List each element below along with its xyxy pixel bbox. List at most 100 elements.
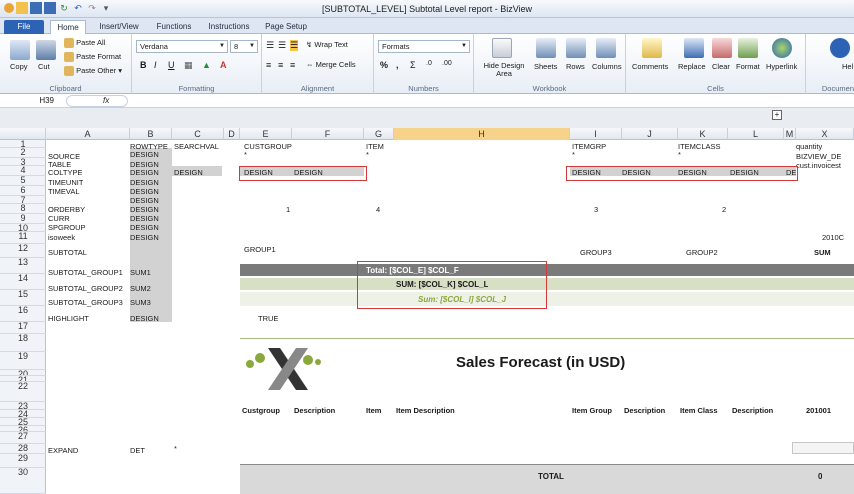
cell-a4[interactable]: COLTYPE: [48, 168, 82, 177]
decrease-decimal-icon[interactable]: .00: [442, 60, 452, 67]
row-header[interactable]: 4: [0, 166, 46, 176]
cell-k8[interactable]: 2: [722, 205, 726, 214]
sum-icon[interactable]: Σ: [410, 60, 416, 70]
expand-cell-box[interactable]: [792, 442, 854, 454]
row-header[interactable]: 13: [0, 258, 46, 274]
row-header[interactable]: 27: [0, 432, 46, 444]
expand-icon[interactable]: +: [772, 110, 782, 120]
fill-color-icon[interactable]: ▲: [202, 60, 211, 70]
column-header[interactable]: F: [292, 128, 364, 140]
cell-b9[interactable]: DESIGN: [130, 214, 159, 223]
column-header-selected[interactable]: H: [394, 128, 570, 140]
cell-b11[interactable]: DESIGN: [130, 233, 159, 242]
font-color-icon[interactable]: A: [220, 60, 227, 70]
cell-x11[interactable]: 2010C: [822, 233, 844, 242]
column-header[interactable]: A: [46, 128, 130, 140]
column-header[interactable]: K: [678, 128, 728, 140]
cell-c4[interactable]: DESIGN: [174, 168, 203, 177]
column-header[interactable]: C: [172, 128, 224, 140]
cell-a11[interactable]: isoweek: [48, 233, 75, 242]
cell-b8[interactable]: DESIGN: [130, 205, 159, 214]
cell-e12[interactable]: GROUP1: [244, 245, 276, 254]
cell-k12[interactable]: GROUP2: [686, 248, 718, 257]
hyperlink-button[interactable]: Hyperlink: [766, 62, 797, 71]
align-middle-icon[interactable]: ☰: [278, 40, 286, 51]
formats-select[interactable]: Formats ▼: [378, 40, 470, 53]
row-header[interactable]: 19: [0, 352, 46, 370]
paste-all-button[interactable]: Paste All: [64, 38, 105, 49]
cell-x3[interactable]: cust.invoicest: [796, 161, 854, 170]
cell-a10[interactable]: SPGROUP: [48, 223, 86, 232]
cell-e16[interactable]: TRUE: [258, 314, 278, 323]
cell-b10[interactable]: DESIGN: [130, 223, 159, 232]
cell-i8[interactable]: 3: [594, 205, 598, 214]
row-header[interactable]: 2: [0, 148, 46, 158]
row-header[interactable]: 6: [0, 186, 46, 196]
wrap-text-button[interactable]: ↯ Wrap Text: [306, 40, 348, 49]
copy-button[interactable]: Copy: [10, 62, 28, 71]
cell-a14[interactable]: SUBTOTAL_GROUP2: [48, 284, 123, 293]
cell-b27[interactable]: DET: [130, 446, 145, 455]
row-header[interactable]: 22: [0, 382, 46, 402]
row-header[interactable]: 29: [0, 454, 46, 468]
cell-g2[interactable]: *: [366, 150, 369, 159]
row-header[interactable]: 12: [0, 244, 46, 258]
cell-a15[interactable]: SUBTOTAL_GROUP3: [48, 298, 123, 307]
row-header[interactable]: 11: [0, 232, 46, 244]
row-header[interactable]: 3: [0, 158, 46, 166]
paste-other-button[interactable]: Paste Other ▾: [64, 66, 122, 77]
cell-a13[interactable]: SUBTOTAL_GROUP1: [48, 268, 123, 277]
cell-i2[interactable]: *: [572, 150, 575, 159]
format-button[interactable]: Format: [736, 62, 760, 71]
row-header[interactable]: 18: [0, 334, 46, 352]
borders-icon[interactable]: ▦: [184, 60, 193, 71]
rows-button[interactable]: Rows: [566, 62, 585, 71]
font-select[interactable]: Verdana ▼: [136, 40, 228, 53]
row-header[interactable]: 14: [0, 274, 46, 290]
row-header[interactable]: 7: [0, 196, 46, 204]
select-all-corner[interactable]: [0, 128, 46, 140]
tab-home[interactable]: Home: [50, 20, 86, 34]
clear-button[interactable]: Clear: [712, 62, 730, 71]
cell-b16[interactable]: DESIGN: [130, 314, 159, 323]
column-header[interactable]: M: [784, 128, 796, 140]
cell-x2[interactable]: BIZVIEW_DE: [796, 152, 854, 161]
underline-button[interactable]: U: [168, 60, 175, 70]
cell-a27[interactable]: EXPAND: [48, 446, 78, 455]
cell-a12[interactable]: SUBTOTAL: [48, 248, 87, 257]
align-right-icon[interactable]: ≡: [290, 60, 295, 70]
percent-button[interactable]: %: [380, 60, 388, 70]
column-header[interactable]: B: [130, 128, 172, 140]
cell-i1[interactable]: ITEMGRP: [572, 142, 606, 151]
cell-e1[interactable]: CUSTGROUP: [244, 142, 292, 151]
column-header[interactable]: X: [796, 128, 854, 140]
cell-g8[interactable]: 4: [376, 205, 380, 214]
row-header[interactable]: 23: [0, 402, 46, 410]
cell-a16[interactable]: HIGHLIGHT: [48, 314, 89, 323]
align-center-icon[interactable]: ≡: [278, 60, 283, 70]
cell-a8[interactable]: ORDERBY: [48, 205, 85, 214]
cell-a6[interactable]: TIMEVAL: [48, 187, 80, 196]
columns-button[interactable]: Columns: [592, 62, 622, 71]
column-header[interactable]: D: [224, 128, 240, 140]
column-header[interactable]: L: [728, 128, 784, 140]
cell-x1[interactable]: quantity: [796, 142, 822, 151]
row-header[interactable]: 1: [0, 140, 46, 148]
tab-instructions[interactable]: Instructions: [202, 20, 256, 34]
cell-e8[interactable]: 1: [286, 205, 290, 214]
cell-e2[interactable]: *: [244, 150, 247, 159]
row-header[interactable]: 10: [0, 224, 46, 232]
cell-a5[interactable]: TIMEUNIT: [48, 178, 83, 187]
row-header[interactable]: 24: [0, 410, 46, 418]
cut-button[interactable]: Cut: [38, 62, 50, 71]
sheets-button[interactable]: Sheets: [534, 62, 557, 71]
row-header[interactable]: 25: [0, 418, 46, 426]
bold-button[interactable]: B: [140, 60, 147, 70]
column-header[interactable]: J: [622, 128, 678, 140]
cell-i12[interactable]: GROUP3: [580, 248, 612, 257]
comma-button[interactable]: ,: [396, 60, 399, 70]
cell-k1[interactable]: ITEMCLASS: [678, 142, 721, 151]
row-header[interactable]: 17: [0, 322, 46, 334]
row-header[interactable]: 28: [0, 444, 46, 454]
align-bottom-icon[interactable]: ☰: [290, 40, 299, 51]
